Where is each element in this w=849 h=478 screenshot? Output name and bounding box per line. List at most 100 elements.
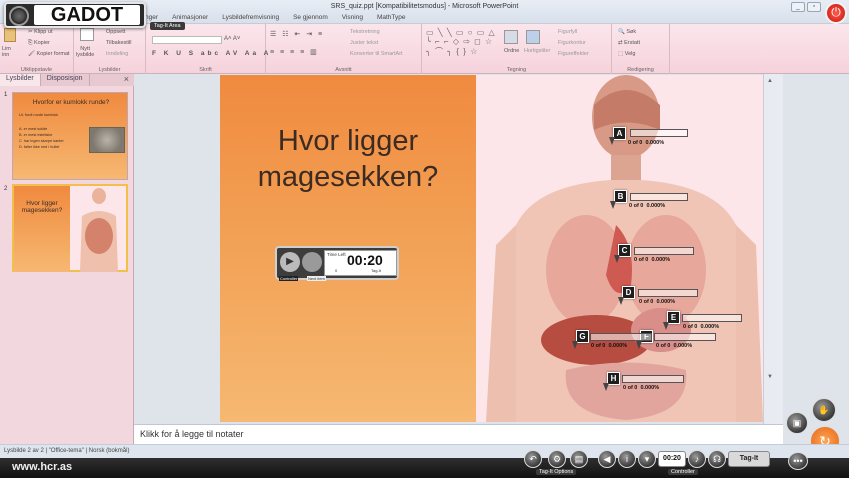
close-icon[interactable]: ×	[124, 74, 129, 84]
gadot-badge[interactable]: GADOT	[4, 2, 146, 28]
play-icon[interactable]: ▶	[280, 252, 300, 272]
find-button[interactable]: 🔍 Søk	[618, 29, 636, 35]
timer-widget: ▶ Time Left 00:20 0 Tag-It Controller Ne…	[275, 246, 399, 281]
quickstyles-button[interactable]: Hurtigstiler	[524, 48, 550, 54]
timer-scale-max: Tag-It	[371, 268, 382, 273]
slide-thumbnail-2[interactable]: Hvor ligger magesekken?	[12, 184, 128, 272]
minimize-button[interactable]: _	[791, 2, 805, 12]
tab-slideshow[interactable]: Lysbildefremvisning	[222, 14, 279, 24]
shapes-gallery[interactable]: ▭ ╲ ╲ ▭ ○ ▭ △ ╰ ⌐ ⌐ ◇ ⇨ ◻ ☆ ╮ ⌒ ╮ { } ☆	[426, 28, 496, 57]
text-direction-button[interactable]: Tekstretning	[350, 29, 380, 35]
count-value: 0 of 0	[629, 203, 644, 209]
tab-outline[interactable]: Disposisjon	[41, 74, 90, 86]
notes-field[interactable]: Klikk for å legge til notater	[134, 424, 783, 444]
question-line: magesekken?	[257, 161, 439, 193]
tag-it-controller-bar: www.hcr.as ↶ ⚙ ▤ Tag-It Options ◀ i ▾ 00…	[0, 450, 849, 478]
pin-icon	[614, 255, 620, 263]
pin-icon	[663, 322, 669, 330]
group-label: Redigering	[627, 67, 654, 73]
undo-icon[interactable]: ↶	[524, 450, 542, 468]
pin-icon	[618, 297, 624, 305]
font-style-buttons[interactable]: F K U S abc AV Aa A	[152, 50, 271, 57]
align-buttons[interactable]: ≡ ≡ ≡ ≡ ▥	[270, 48, 319, 56]
slide-question-panel: Hvor ligger magesekken? ▶ Time Left 00:2…	[220, 75, 476, 422]
font-name-select[interactable]	[152, 36, 222, 44]
shape-effects-button[interactable]: Figureffekter	[558, 51, 589, 57]
count-value: 0 of 0	[656, 343, 671, 349]
select-button[interactable]: ⬚ Velg	[618, 51, 635, 57]
site-url: www.hcr.as	[12, 461, 73, 473]
tag-it-options-label: Tag-It Options	[536, 469, 577, 475]
options-icon[interactable]: ⚙	[548, 450, 566, 468]
list-buttons[interactable]: ☰ ☷ ⇤ ⇥ ≡	[270, 30, 324, 38]
answer-count-b: 0 of 0 0.000%	[629, 203, 665, 209]
headset-icon[interactable]: ☊	[708, 450, 726, 468]
arrange-icon[interactable]	[504, 30, 518, 44]
prev-icon[interactable]: ◀	[598, 450, 616, 468]
count-value: 0 of 0	[639, 299, 654, 305]
new-slide-icon[interactable]	[80, 28, 94, 41]
percent-value: 0.000%	[646, 203, 666, 209]
restore-button[interactable]: ▫	[807, 2, 821, 12]
group-clipboard: Lim inn ✂ Klipp ut ⎘ Kopier 🖌 Kopier for…	[0, 24, 74, 74]
power-icon[interactable]: ⏻	[825, 2, 847, 24]
shape-fill-button[interactable]: Figurfyll	[558, 29, 577, 35]
slide-thumbnail-1[interactable]: Hvorfor er kumlokk runde? Ut, fordi rund…	[12, 92, 128, 180]
group-label: Skrift	[199, 67, 212, 73]
thumb-title-line: Hvor ligger	[26, 200, 58, 207]
more-icon[interactable]: •••	[788, 452, 808, 470]
reset-button[interactable]: Tilbakestill	[106, 40, 131, 46]
align-text-button[interactable]: Juster tekst	[350, 40, 378, 46]
gadot-label: GADOT	[34, 5, 140, 25]
count-value: 0 of 0	[683, 324, 698, 330]
smartart-button[interactable]: Konverter til SmartArt	[350, 51, 403, 57]
sound-icon[interactable]: ♪	[688, 450, 706, 468]
paste-button[interactable]: Lim inn	[2, 46, 11, 58]
thumb-title-line: magesekken?	[21, 207, 63, 214]
scroll-up-icon[interactable]: ▲	[767, 78, 773, 84]
answer-bar-d	[638, 289, 698, 297]
quickstyles-icon[interactable]	[526, 30, 540, 44]
tab-review[interactable]: Se gjennom	[293, 14, 328, 24]
copy-button[interactable]: ⎘ Kopier	[28, 40, 50, 47]
slide-number: 1	[4, 92, 8, 98]
thumb-left-panel	[14, 186, 70, 272]
tab-mathtype[interactable]: MathType	[377, 14, 406, 24]
screen-icon[interactable]: ▣	[786, 412, 808, 434]
stop-icon[interactable]	[302, 252, 322, 272]
slide-canvas[interactable]: Hvor ligger magesekken? ▶ Time Left 00:2…	[220, 75, 763, 422]
shape-outline-button[interactable]: Figurkontur	[558, 40, 586, 46]
status-theme: "Office-tema"	[48, 448, 84, 454]
section-button[interactable]: Inndeling	[106, 51, 128, 57]
answer-bar-a	[630, 129, 688, 137]
percent-value: 0.000%	[656, 299, 676, 305]
arrange-button[interactable]: Ordne	[504, 48, 519, 54]
layout-button[interactable]: Oppsett	[106, 29, 125, 35]
group-drawing: ▭ ╲ ╲ ▭ ○ ▭ △ ╰ ⌐ ⌐ ◇ ⇨ ◻ ☆ ╮ ⌒ ╮ { } ☆ Or…	[422, 24, 612, 74]
group-paragraph: ☰ ☷ ⇤ ⇥ ≡ ≡ ≡ ≡ ≡ ▥ Tekstretning Juster …	[266, 24, 422, 74]
tab-view[interactable]: Visning	[342, 14, 363, 24]
group-editing: 🔍 Søk ⇄ Erstatt ⬚ Velg Redigering	[612, 24, 670, 74]
next-item-button[interactable]: Next item	[307, 276, 326, 281]
answer-count-a: 0 of 0 0.000%	[628, 140, 664, 146]
find-label: Søk	[626, 29, 637, 35]
font-size-buttons[interactable]: A˄ A˅	[224, 36, 240, 42]
new-slide-button[interactable]: Nytt lysbilde	[76, 46, 94, 58]
vertical-scrollbar[interactable]: ▲ ▼	[763, 74, 783, 424]
cut-button[interactable]: ✂ Klipp ut	[28, 29, 53, 35]
tag-it-button[interactable]: Tag-It	[728, 451, 770, 467]
info-icon[interactable]: i	[618, 450, 636, 468]
paste-icon[interactable]	[4, 28, 16, 42]
menu-icon[interactable]: ▾	[638, 450, 656, 468]
replace-button[interactable]: ⇄ Erstatt	[618, 40, 640, 46]
answer-count-d: 0 of 0 0.000%	[639, 299, 675, 305]
percent-value: 0.000%	[608, 343, 628, 349]
scroll-down-icon[interactable]: ▼	[767, 374, 773, 380]
hand-icon[interactable]: ✋	[812, 398, 836, 422]
question-line: Hvor ligger	[277, 125, 419, 157]
tab-slides[interactable]: Lysbilder	[0, 74, 41, 86]
thumb-options: A. er mest solide B. er mest estetiske C…	[19, 126, 64, 150]
timer-controller-label: Controller	[279, 276, 299, 281]
format-painter-button[interactable]: 🖌 Kopier format	[28, 51, 70, 57]
tag-icon[interactable]: ▤	[570, 450, 588, 468]
